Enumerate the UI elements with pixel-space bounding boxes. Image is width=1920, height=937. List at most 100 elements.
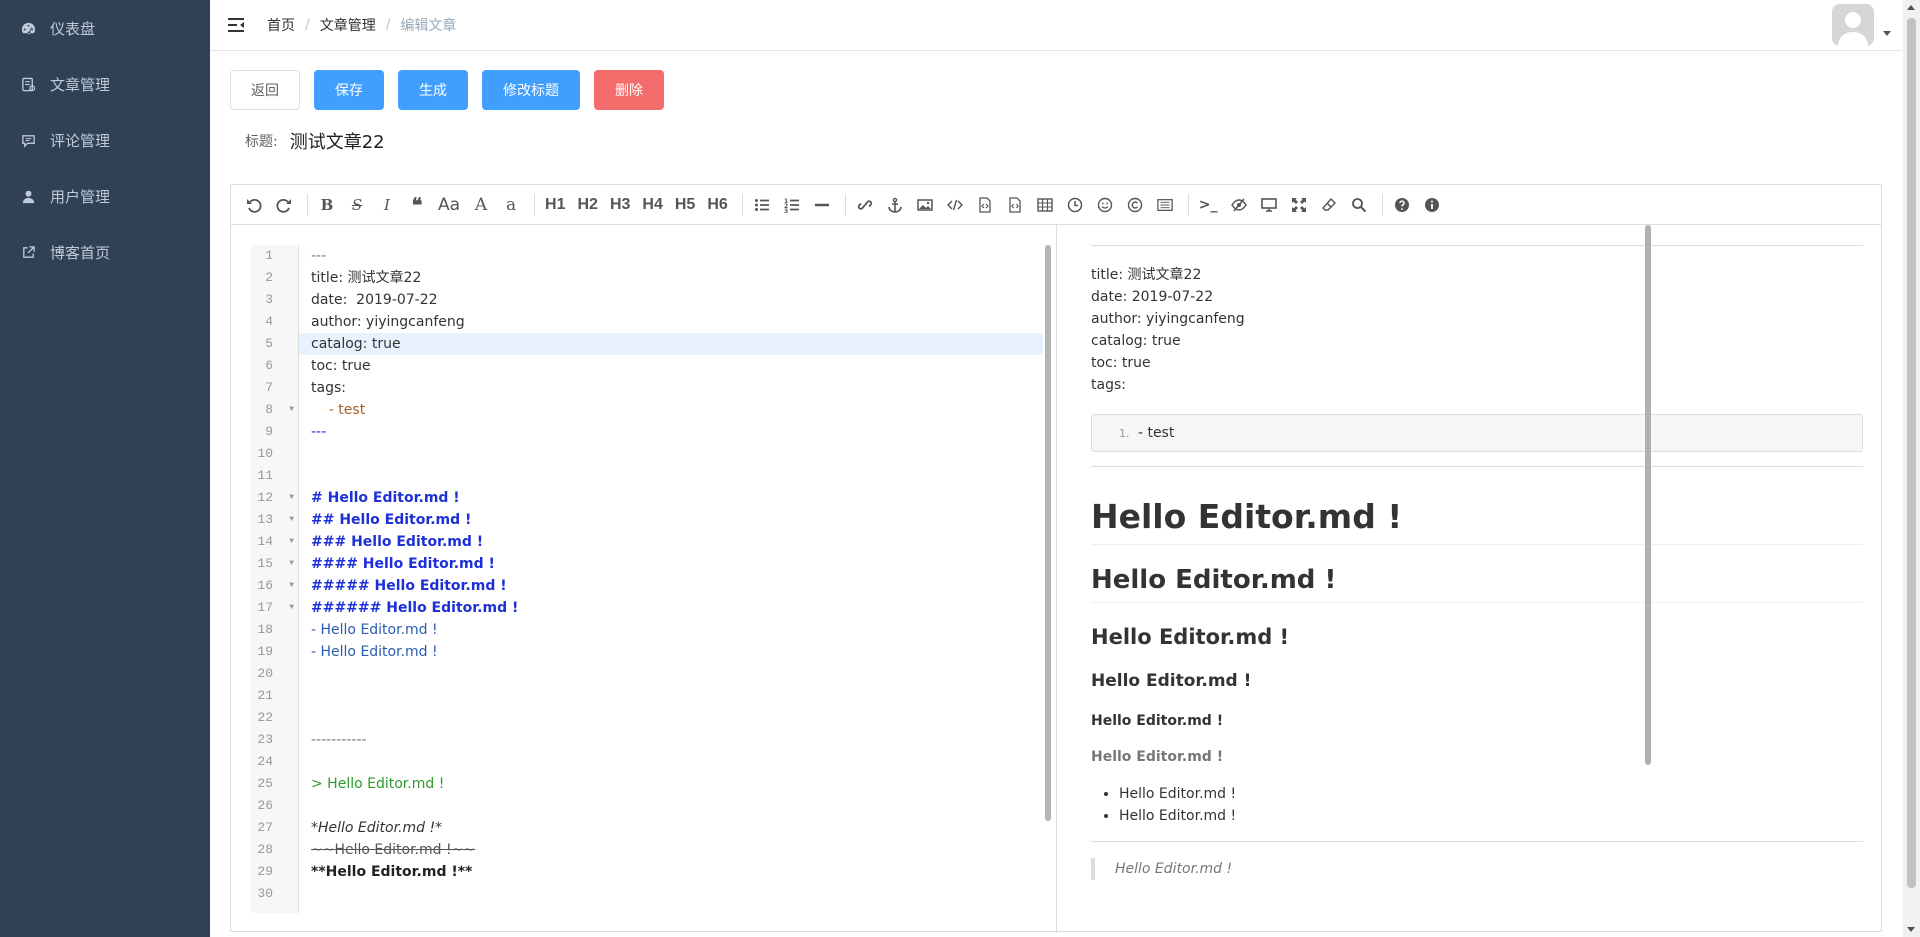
strikethrough-icon[interactable]: S	[344, 190, 370, 220]
scroll-down-icon[interactable]	[1907, 927, 1915, 932]
fold-toggle-icon[interactable]: ▼	[289, 531, 294, 553]
code-line[interactable]: #### Hello Editor.md !	[299, 553, 1043, 575]
code-line[interactable]: date: 2019-07-22	[299, 289, 1043, 311]
hamburger-icon[interactable]	[227, 17, 245, 33]
copyright-icon[interactable]	[1122, 190, 1148, 220]
eraser-icon[interactable]	[1316, 190, 1342, 220]
code-line[interactable]	[299, 707, 1043, 729]
h3-button[interactable]: H3	[606, 190, 634, 220]
italic-icon[interactable]: I	[374, 190, 400, 220]
table-icon[interactable]	[1032, 190, 1058, 220]
clock-icon[interactable]	[1062, 190, 1088, 220]
breadcrumb-section[interactable]: 文章管理	[320, 15, 376, 35]
code-line[interactable]	[299, 443, 1043, 465]
link-icon[interactable]	[852, 190, 878, 220]
code-icon[interactable]	[942, 190, 968, 220]
code-lines[interactable]: --- title: 测试文章22 date: 2019-07-22 author: …	[299, 245, 1043, 905]
chevron-down-icon[interactable]	[1883, 31, 1891, 36]
markdown-preview: title: 测试文章22 date: 2019-07-22 author: y…	[1091, 245, 1863, 913]
unordered-list-icon[interactable]	[749, 190, 775, 220]
code-line[interactable]: ---	[299, 245, 1043, 267]
code-line[interactable]	[299, 883, 1043, 905]
h1-button[interactable]: H1	[541, 190, 569, 220]
help-icon[interactable]	[1389, 190, 1415, 220]
h6-button[interactable]: H6	[703, 190, 731, 220]
sidebar-item-users[interactable]: 用户管理	[0, 168, 210, 224]
fold-toggle-icon[interactable]: ▼	[289, 597, 294, 619]
code-editor[interactable]: 1 2 3 4 5 6 7 8 ▼ 9 10 11 12 ▼ 13 ▼ 14 ▼ 15 ▼ 16 ▼ 17 ▼ 18 19 20 21…	[251, 245, 1051, 913]
horizontal-rule-icon[interactable]	[809, 190, 835, 220]
page-break-icon[interactable]	[1152, 190, 1178, 220]
back-button[interactable]: 返回	[230, 70, 300, 110]
search-icon[interactable]	[1346, 190, 1372, 220]
h5-button[interactable]: H5	[671, 190, 699, 220]
avatar[interactable]	[1832, 4, 1874, 46]
code-line[interactable]: - test	[299, 399, 1043, 421]
bold-icon[interactable]: B	[314, 190, 340, 220]
code-line[interactable]: toc: true	[299, 355, 1043, 377]
code-line[interactable]: - Hello Editor.md !	[299, 619, 1043, 641]
title-value[interactable]: 测试文章22	[290, 128, 385, 154]
fold-toggle-icon[interactable]: ▼	[289, 399, 294, 421]
goto-line-icon[interactable]: >_	[1195, 190, 1222, 220]
save-button[interactable]: 保存	[314, 70, 384, 110]
generate-button[interactable]: 生成	[398, 70, 468, 110]
anchor-icon[interactable]	[882, 190, 908, 220]
code-line[interactable]: **Hello Editor.md !**	[299, 861, 1043, 883]
page-scrollbar[interactable]	[1903, 0, 1920, 937]
uppercase-icon[interactable]: A	[468, 190, 494, 220]
code-line[interactable]: ~~Hello Editor.md !~~	[299, 839, 1043, 861]
code-line[interactable]: tags:	[299, 377, 1043, 399]
sidebar-item-blog-home[interactable]: 博客首页	[0, 224, 210, 280]
breadcrumb-current: 编辑文章	[400, 18, 457, 34]
code-line[interactable]: author: yiyingcanfeng	[299, 311, 1043, 333]
code-line[interactable]: -----------	[299, 729, 1043, 751]
code-line[interactable]	[299, 751, 1043, 773]
quote-icon[interactable]: ❝	[404, 190, 430, 220]
code-line[interactable]	[299, 465, 1043, 487]
fold-toggle-icon[interactable]: ▼	[289, 487, 294, 509]
redo-icon[interactable]	[271, 190, 297, 220]
code-line[interactable]: - Hello Editor.md !	[299, 641, 1043, 663]
code-line[interactable]: catalog: true	[299, 333, 1043, 355]
delete-button[interactable]: 删除	[594, 70, 664, 110]
fold-toggle-icon[interactable]: ▼	[289, 553, 294, 575]
breadcrumb-home[interactable]: 首页	[267, 15, 295, 35]
code-line[interactable]: ##### Hello Editor.md !	[299, 575, 1043, 597]
lowercase-icon[interactable]: a	[498, 190, 524, 220]
h2-button[interactable]: H2	[574, 190, 602, 220]
fullscreen-icon[interactable]	[1286, 190, 1312, 220]
watch-toggle-icon[interactable]	[1226, 190, 1252, 220]
sidebar-item-articles[interactable]: 文章管理	[0, 56, 210, 112]
code-line[interactable]	[299, 795, 1043, 817]
preformatted-text-icon[interactable]	[972, 190, 998, 220]
h4-button[interactable]: H4	[638, 190, 666, 220]
sidebar-item-dashboard[interactable]: 仪表盘	[0, 0, 210, 56]
preview-scrollbar[interactable]	[1645, 225, 1651, 765]
code-line[interactable]: ### Hello Editor.md !	[299, 531, 1043, 553]
rename-title-button[interactable]: 修改标题	[482, 70, 580, 110]
fold-toggle-icon[interactable]: ▼	[289, 509, 294, 531]
emoji-icon[interactable]	[1092, 190, 1118, 220]
preview-icon[interactable]	[1256, 190, 1282, 220]
code-block-icon[interactable]	[1002, 190, 1028, 220]
code-line[interactable]	[299, 663, 1043, 685]
scroll-up-icon[interactable]	[1907, 5, 1915, 10]
undo-icon[interactable]	[241, 190, 267, 220]
code-line[interactable]: title: 测试文章22	[299, 267, 1043, 289]
code-line[interactable]: ## Hello Editor.md !	[299, 509, 1043, 531]
code-line[interactable]: *Hello Editor.md !*	[299, 817, 1043, 839]
code-line[interactable]: ###### Hello Editor.md !	[299, 597, 1043, 619]
info-icon[interactable]	[1419, 190, 1445, 220]
code-line[interactable]: > Hello Editor.md !	[299, 773, 1043, 795]
code-scrollbar[interactable]	[1045, 245, 1051, 821]
ordered-list-icon[interactable]: 123	[779, 190, 805, 220]
fold-toggle-icon[interactable]: ▼	[289, 575, 294, 597]
uppercase-words-icon[interactable]: Aa	[434, 190, 464, 220]
code-line[interactable]	[299, 685, 1043, 707]
sidebar-item-comments[interactable]: 评论管理	[0, 112, 210, 168]
scrollbar-thumb[interactable]	[1907, 18, 1916, 888]
code-line[interactable]: ---	[299, 421, 1043, 443]
image-icon[interactable]	[912, 190, 938, 220]
code-line[interactable]: # Hello Editor.md !	[299, 487, 1043, 509]
